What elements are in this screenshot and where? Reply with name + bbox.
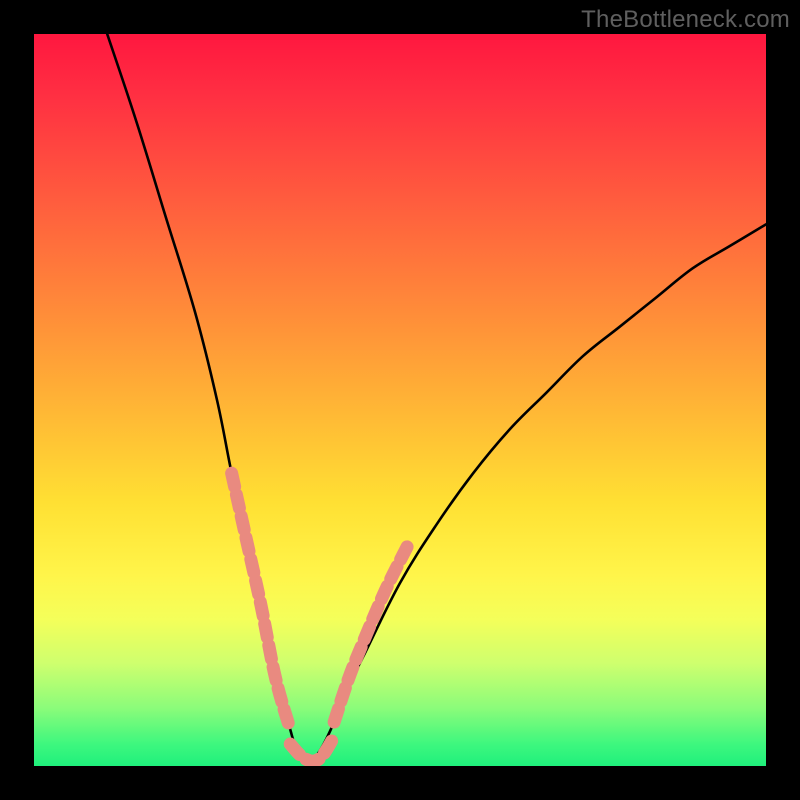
highlight-right bbox=[334, 546, 407, 722]
highlight-bottom bbox=[290, 737, 334, 761]
bottleneck-curve bbox=[107, 34, 766, 762]
highlight-left bbox=[232, 473, 291, 729]
watermark-text: TheBottleneck.com bbox=[581, 6, 790, 34]
plot-area bbox=[34, 34, 766, 766]
chart-frame: TheBottleneck.com bbox=[0, 0, 800, 800]
curve-layer bbox=[34, 34, 766, 766]
